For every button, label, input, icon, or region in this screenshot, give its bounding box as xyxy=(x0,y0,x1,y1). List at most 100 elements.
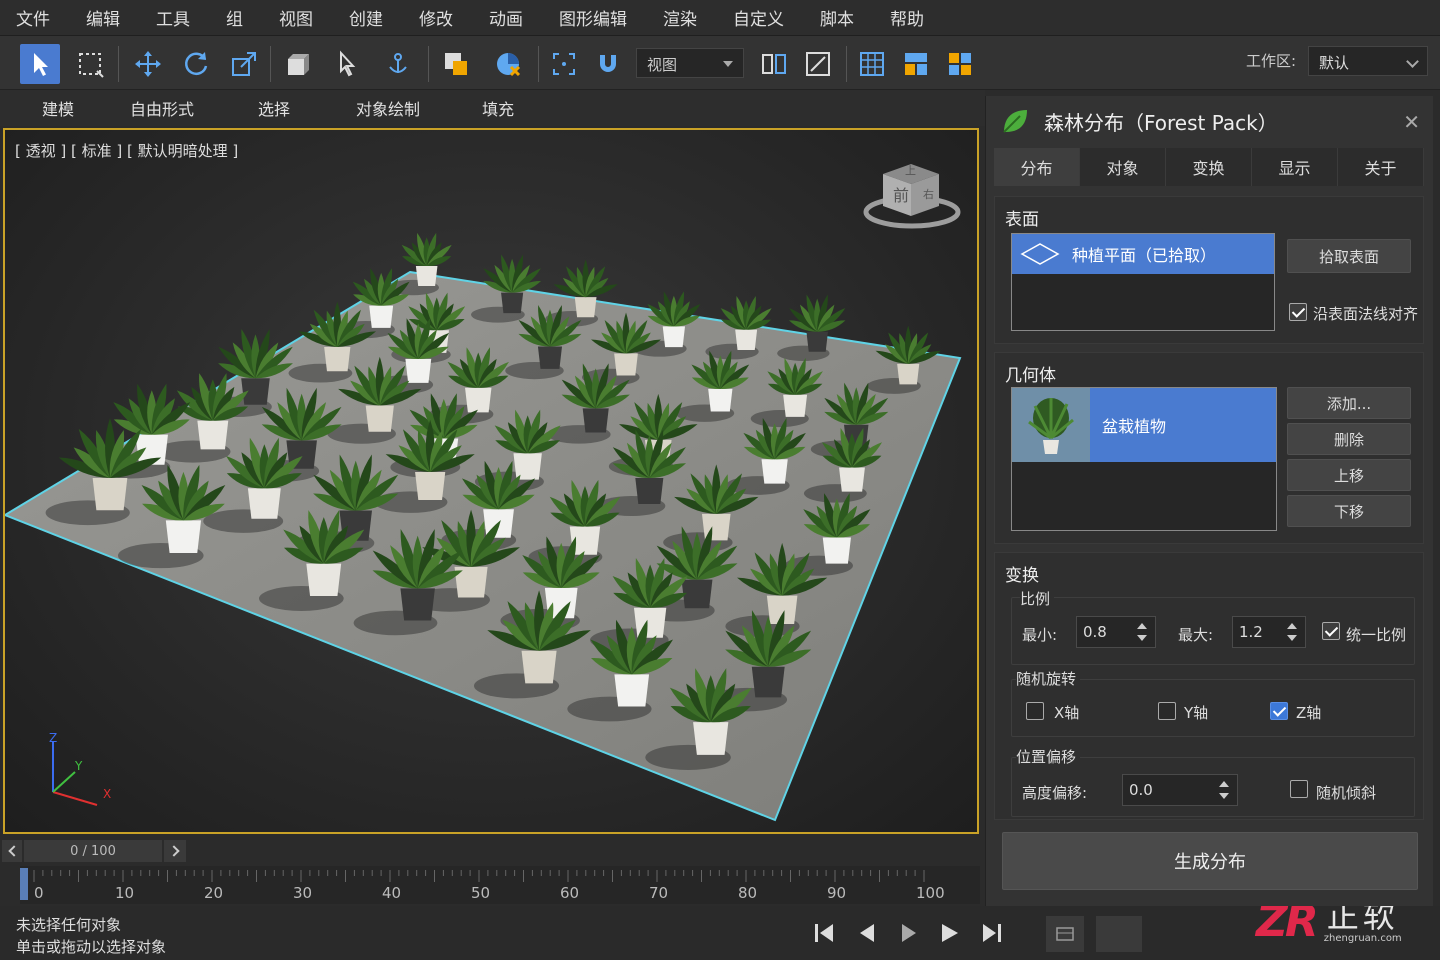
menu-scripting[interactable]: 脚本 xyxy=(802,5,872,30)
next-frame-button[interactable] xyxy=(164,840,186,862)
ribbon-tab-freeform[interactable]: 自由形式 xyxy=(130,96,194,120)
menu-create[interactable]: 创建 xyxy=(331,5,401,30)
menu-group[interactable]: 组 xyxy=(208,5,261,30)
move-tool-button[interactable] xyxy=(128,44,168,84)
layout-panels-button[interactable] xyxy=(896,44,936,84)
snap-button[interactable] xyxy=(588,44,628,84)
region-select-button[interactable] xyxy=(70,44,110,84)
material-button[interactable] xyxy=(436,44,476,84)
layout-grid-button[interactable] xyxy=(852,44,892,84)
pivot-button[interactable] xyxy=(378,44,418,84)
y-axis-checkbox[interactable] xyxy=(1158,702,1176,720)
z-axis-checkbox[interactable] xyxy=(1270,702,1288,720)
max-scale-label: 最大: xyxy=(1178,626,1214,644)
timeline-tick-label: 20 xyxy=(204,884,223,902)
rotate-tool-button[interactable] xyxy=(176,44,216,84)
layout-tiles-button[interactable] xyxy=(940,44,980,84)
menu-help[interactable]: 帮助 xyxy=(872,5,942,30)
status-line-1: 未选择任何对象 xyxy=(16,916,122,934)
workspace-dropdown[interactable]: 默认 xyxy=(1308,46,1428,76)
align-button[interactable] xyxy=(798,44,838,84)
ribbon-tabs: 建模 自由形式 选择 对象绘制 填充 xyxy=(0,90,985,126)
select-object-button[interactable] xyxy=(328,44,368,84)
viewport-label[interactable]: [ 透视 ] [ 标准 ] [ 默认明暗处理 ] xyxy=(15,140,238,161)
logo-url: zhengruan.com xyxy=(1323,932,1402,944)
ribbon-tab-modeling[interactable]: 建模 xyxy=(42,96,74,120)
tab-about[interactable]: 关于 xyxy=(1338,148,1424,186)
prev-frame-button[interactable] xyxy=(2,840,22,862)
view-dropdown[interactable]: 视图 xyxy=(636,48,744,78)
frame-button[interactable] xyxy=(544,44,584,84)
render-setup-button[interactable] xyxy=(488,44,528,84)
geometry-item-label: 盆栽植物 xyxy=(1102,417,1167,436)
timeline-tick-label: 50 xyxy=(471,884,490,902)
timeline-tick-label: 60 xyxy=(560,884,579,902)
menu-customize[interactable]: 自定义 xyxy=(715,5,802,30)
generate-distribution-button[interactable]: 生成分布 xyxy=(1002,832,1418,890)
align-normal-label: 沿表面法线对齐 xyxy=(1313,305,1419,323)
ribbon-tab-object-paint[interactable]: 对象绘制 xyxy=(356,96,420,120)
menu-rendering[interactable]: 渲染 xyxy=(645,5,715,30)
time-config-button[interactable] xyxy=(1096,916,1142,952)
key-mode-button[interactable] xyxy=(1046,916,1084,952)
close-icon[interactable]: ✕ xyxy=(1403,110,1420,134)
select-tool-button[interactable] xyxy=(20,44,60,84)
tiles-icon xyxy=(949,53,971,75)
potted-plant-icon xyxy=(1028,398,1074,454)
box-create-button[interactable] xyxy=(278,44,318,84)
uniform-scale-checkbox[interactable] xyxy=(1322,622,1340,640)
geometry-list[interactable]: 盆栽植物 xyxy=(1011,387,1277,531)
random-tilt-checkbox[interactable] xyxy=(1290,780,1308,798)
chevron-left-icon xyxy=(7,845,20,857)
tab-objects[interactable]: 对象 xyxy=(1080,148,1166,186)
tab-display[interactable]: 显示 xyxy=(1252,148,1338,186)
delete-button[interactable]: 删除 xyxy=(1287,423,1411,455)
perspective-viewport[interactable]: [ 透视 ] [ 标准 ] [ 默认明暗处理 ] 前 上 右 Z X Y xyxy=(3,128,979,834)
track-bar[interactable]: 0 10 20 30 40 50 60 70 80 90 100 xyxy=(20,866,980,904)
ribbon-tab-selection[interactable]: 选择 xyxy=(258,96,290,120)
menu-tools[interactable]: 工具 xyxy=(138,5,208,30)
play-icon[interactable] xyxy=(938,920,962,946)
scale-tool-button[interactable] xyxy=(224,44,264,84)
scale-subgroup: 比例 最小: 0.8 最大: 1.2 统一比例 xyxy=(1011,588,1415,665)
main-toolbar: 视图 工作区: 默认 xyxy=(0,36,1440,90)
min-scale-input[interactable]: 0.8 xyxy=(1076,616,1156,648)
align-normal-checkbox[interactable] xyxy=(1289,303,1307,321)
move-up-button[interactable]: 上移 xyxy=(1287,459,1411,491)
viewcube-front-label: 前 xyxy=(893,186,909,205)
tab-transform[interactable]: 变换 xyxy=(1166,148,1252,186)
menu-animation[interactable]: 动画 xyxy=(471,5,541,30)
menu-edit[interactable]: 编辑 xyxy=(68,5,138,30)
status-line-2: 单击或拖动以选择对象 xyxy=(16,938,167,956)
go-to-start-icon[interactable] xyxy=(812,920,836,946)
previous-key-icon[interactable] xyxy=(854,920,878,946)
play-reverse-icon[interactable] xyxy=(896,920,920,946)
view-cube[interactable]: 前 上 右 xyxy=(863,164,961,229)
geometry-list-item[interactable]: 盆栽植物 xyxy=(1012,388,1276,462)
surface-list[interactable]: 种植平面（已拾取） xyxy=(1011,233,1275,331)
add-button[interactable]: 添加... xyxy=(1287,387,1411,419)
menu-bar: 文件 编辑 工具 组 视图 创建 修改 动画 图形编辑 渲染 自定义 脚本 帮助 xyxy=(0,0,1440,36)
chevron-right-icon xyxy=(167,845,180,857)
x-axis-checkbox[interactable] xyxy=(1026,702,1044,720)
pivot-anchor-icon xyxy=(389,53,407,73)
geometry-group: 几何体 盆栽植物 添加... 删除 上移 下移 xyxy=(994,352,1424,544)
menu-file[interactable]: 文件 xyxy=(0,5,68,30)
menu-view[interactable]: 视图 xyxy=(261,5,331,30)
pick-surface-button[interactable]: 拾取表面 xyxy=(1287,239,1411,273)
go-to-end-icon[interactable] xyxy=(980,920,1004,946)
max-scale-input[interactable]: 1.2 xyxy=(1232,616,1306,648)
menu-modify[interactable]: 修改 xyxy=(401,5,471,30)
tab-distribute[interactable]: 分布 xyxy=(994,148,1080,186)
arrow-cursor-icon xyxy=(340,50,356,77)
mirror-button[interactable] xyxy=(754,44,794,84)
ribbon-tab-populate[interactable]: 填充 xyxy=(482,96,514,120)
time-slider[interactable]: 0 / 100 xyxy=(0,840,190,862)
render-teapot-icon xyxy=(497,53,521,77)
frame-counter[interactable]: 0 / 100 xyxy=(24,840,162,862)
move-down-button[interactable]: 下移 xyxy=(1287,495,1411,527)
surface-list-item[interactable]: 种植平面（已拾取） xyxy=(1012,234,1274,274)
height-offset-input[interactable]: 0.0 xyxy=(1122,774,1238,806)
geometry-title: 几何体 xyxy=(1005,366,1056,386)
menu-graph-editors[interactable]: 图形编辑 xyxy=(541,5,645,30)
